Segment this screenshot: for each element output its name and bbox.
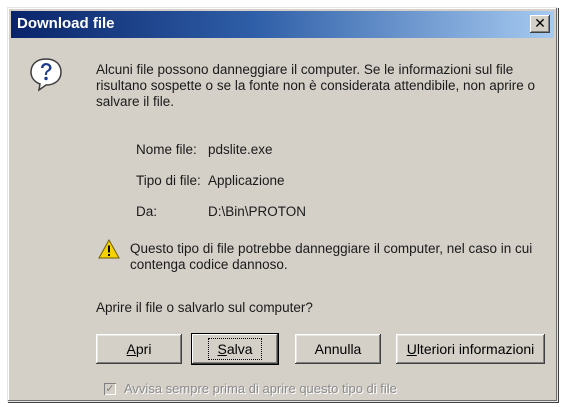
warning-message: Questo tipo di file potrebbe danneggiare…: [130, 241, 533, 272]
warning-icon: [98, 239, 120, 259]
save-mnemonic: S: [217, 341, 227, 357]
file-source-row: Da: D:\Bin\PROTON: [136, 204, 306, 220]
save-button[interactable]: Salva: [192, 334, 278, 364]
download-file-dialog: Download file ✕ Alcuni file possono dann…: [7, 7, 558, 402]
file-name-label: Nome file:: [136, 142, 197, 157]
open-mnemonic: A: [126, 341, 136, 357]
close-icon: ✕: [534, 16, 546, 32]
more-info-button[interactable]: Ulteriori informazioni: [396, 334, 545, 364]
cancel-button[interactable]: Annulla: [295, 334, 381, 364]
intro-message: Alcuni file possono danneggiare il compu…: [96, 62, 536, 109]
file-source-value: D:\Bin\PROTON: [208, 204, 307, 219]
always-ask-option: ✓ Avvisa sempre prima di aprire questo t…: [104, 381, 397, 396]
file-name-value: pdslite.exe: [208, 142, 273, 157]
question-icon: [30, 58, 62, 92]
save-label: alva: [226, 341, 253, 357]
prompt-text: Aprire il file o salvarlo sul computer?: [96, 300, 313, 315]
file-name-row: Nome file: pdslite.exe: [136, 142, 273, 158]
more-info-mnemonic: U: [406, 341, 417, 357]
always-ask-checkbox: ✓: [104, 382, 116, 395]
always-ask-label: Avvisa sempre prima di aprire questo tip…: [124, 381, 397, 396]
cancel-label: Annulla: [314, 341, 362, 357]
file-type-row: Tipo di file: Applicazione: [136, 173, 285, 189]
file-type-label: Tipo di file:: [136, 173, 201, 188]
more-info-label: lteriori informazioni: [416, 341, 535, 357]
close-button[interactable]: ✕: [530, 15, 550, 33]
file-type-value: Applicazione: [208, 173, 285, 188]
file-source-label: Da:: [136, 204, 158, 219]
title-bar[interactable]: Download file ✕: [11, 11, 554, 38]
open-button[interactable]: Apri: [96, 334, 182, 364]
window-title: Download file: [17, 15, 115, 32]
checkmark-icon: ✓: [105, 382, 115, 395]
open-label: pri: [135, 341, 152, 357]
